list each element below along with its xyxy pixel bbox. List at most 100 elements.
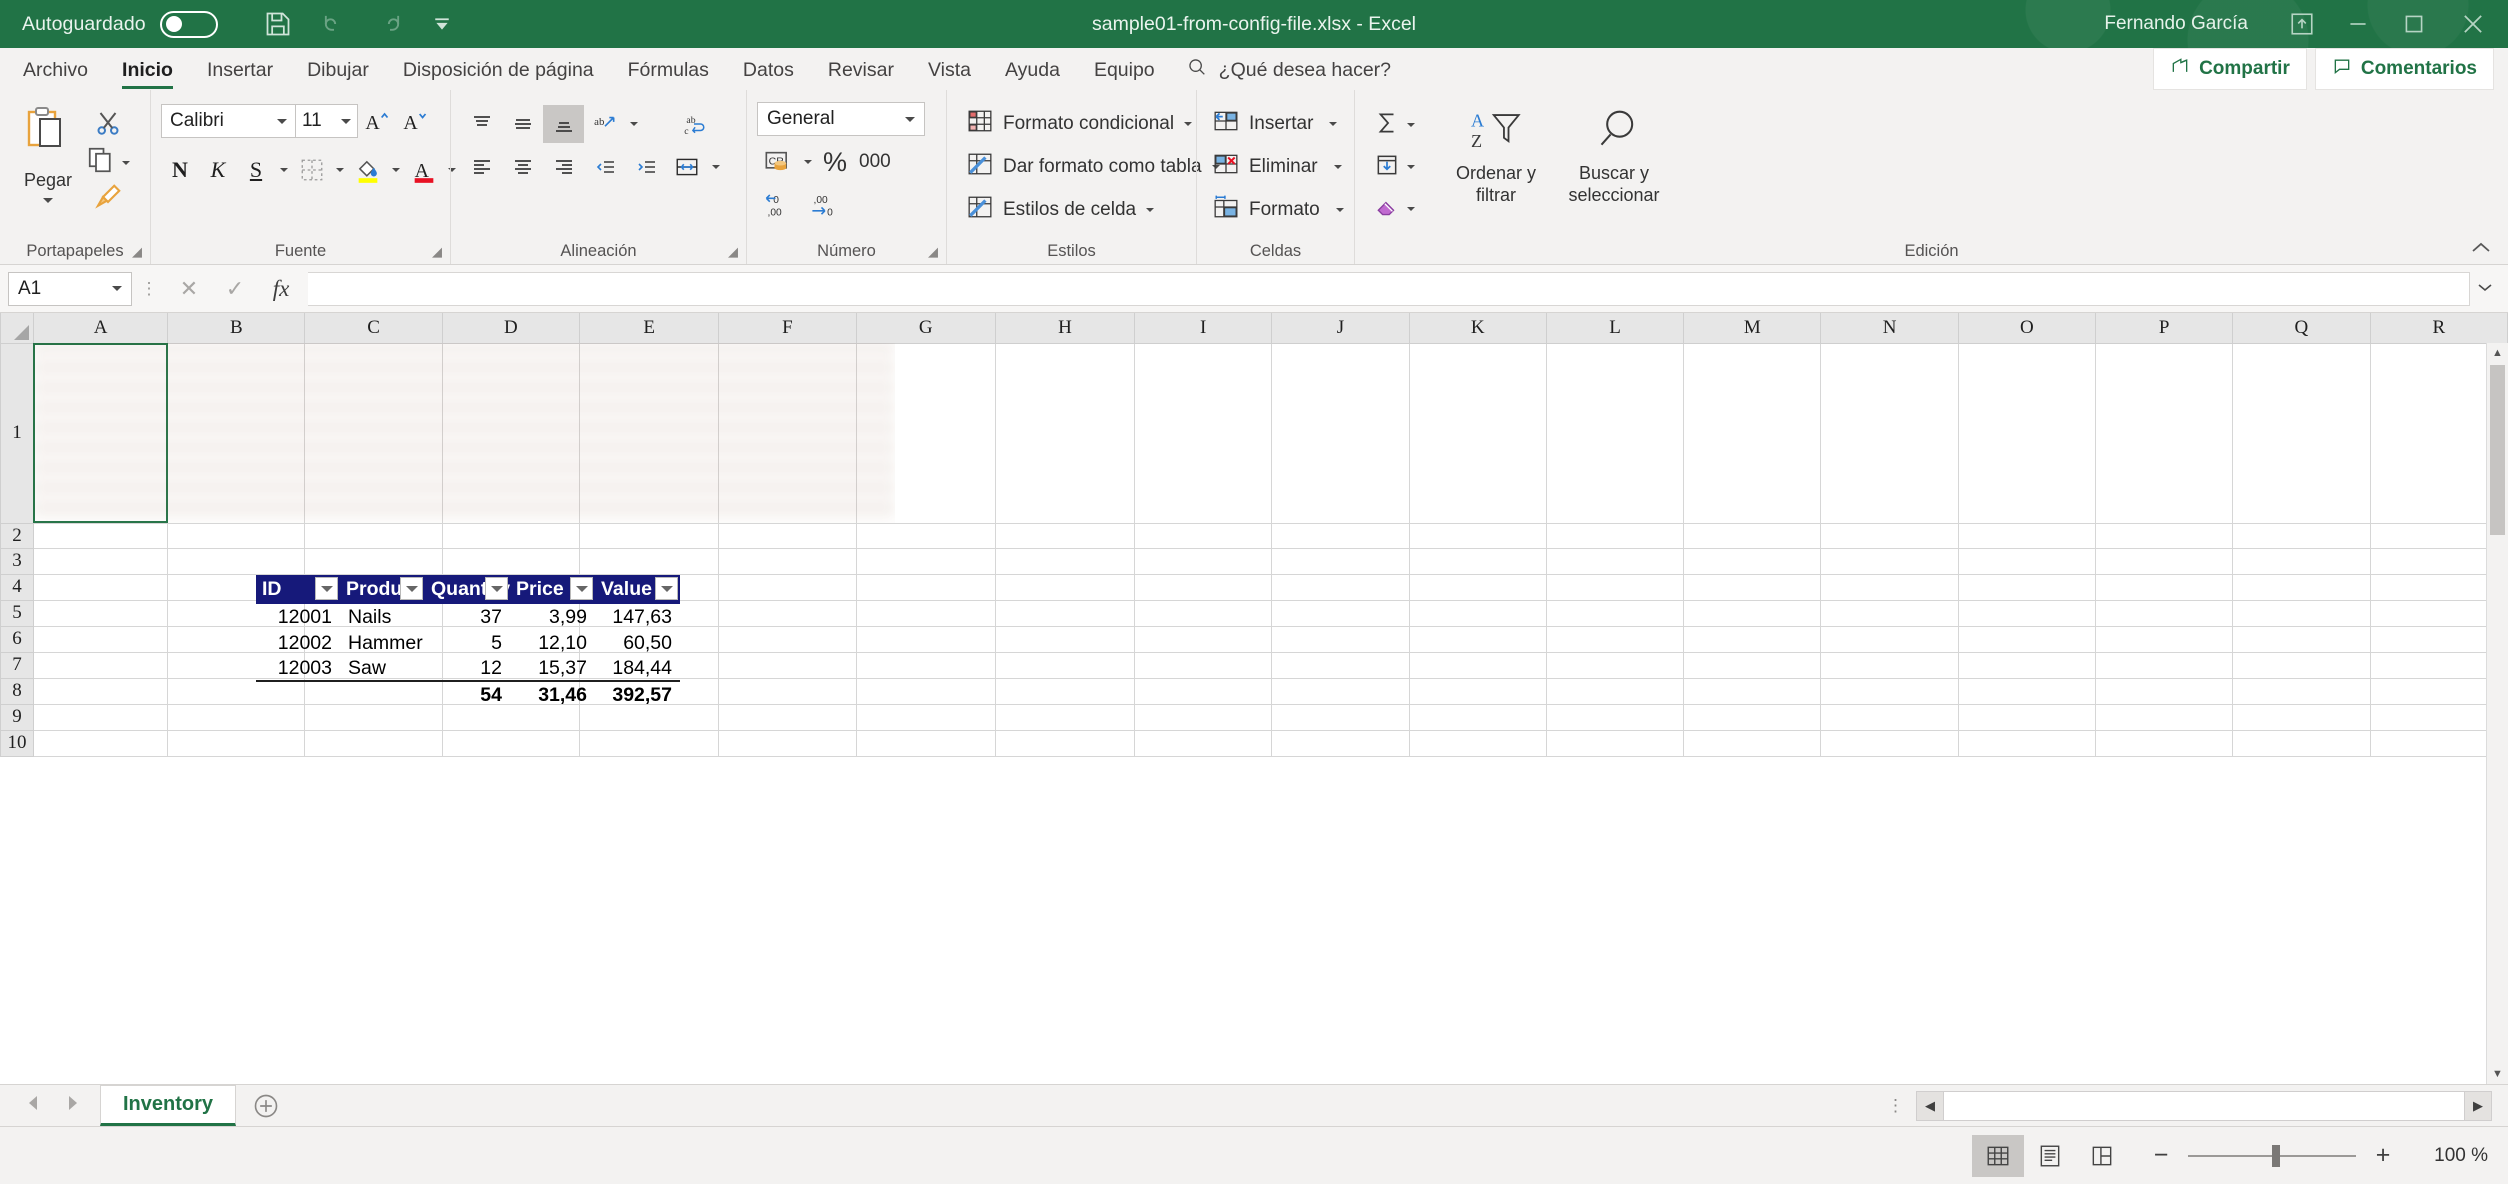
column-header-r[interactable]: R xyxy=(2369,313,2508,344)
row-header-8[interactable]: 8 xyxy=(0,677,34,705)
close-icon[interactable] xyxy=(2442,0,2504,48)
cell-n10[interactable] xyxy=(1820,730,1959,757)
cell-o7[interactable] xyxy=(1958,652,2097,679)
maximize-icon[interactable] xyxy=(2386,0,2442,48)
number-format-select[interactable]: General xyxy=(757,102,925,136)
format-cells-caret[interactable] xyxy=(1335,207,1344,212)
cell-a3[interactable] xyxy=(33,548,169,575)
cell-j1[interactable] xyxy=(1271,343,1410,524)
tab-inicio[interactable]: Inicio xyxy=(105,50,190,90)
cell-i7[interactable] xyxy=(1134,652,1273,679)
cell-a4[interactable] xyxy=(33,574,169,601)
sheet-tab-inventory[interactable]: Inventory xyxy=(100,1085,237,1126)
cell-f6[interactable] xyxy=(718,626,857,653)
cell-q7[interactable] xyxy=(2232,652,2371,679)
cell-a7[interactable] xyxy=(33,652,169,679)
cell-f4[interactable] xyxy=(718,574,857,601)
row-header-3[interactable]: 3 xyxy=(0,547,34,575)
column-header-d[interactable]: D xyxy=(441,313,581,344)
cell-h2[interactable] xyxy=(995,523,1136,549)
row-header-2[interactable]: 2 xyxy=(0,522,34,549)
cell-q2[interactable] xyxy=(2232,523,2371,549)
cell-a5[interactable] xyxy=(33,600,169,627)
zoom-in-button[interactable]: + xyxy=(2372,1141,2394,1170)
vertical-scrollbar[interactable]: ▲ ▼ xyxy=(2486,343,2508,1084)
cell-k7[interactable] xyxy=(1409,652,1547,679)
cell-g6[interactable] xyxy=(856,626,996,653)
cell-o6[interactable] xyxy=(1958,626,2097,653)
cell-m1[interactable] xyxy=(1683,343,1822,524)
cell-i3[interactable] xyxy=(1134,548,1273,575)
cell-j7[interactable] xyxy=(1271,652,1410,679)
tab-formulas[interactable]: Fórmulas xyxy=(611,50,726,90)
cell-d3[interactable] xyxy=(442,548,581,575)
save-icon[interactable] xyxy=(250,2,306,46)
cell-j5[interactable] xyxy=(1271,600,1410,627)
insert-cells-caret[interactable] xyxy=(1329,121,1338,126)
autosave-toggle[interactable] xyxy=(159,10,218,38)
cell-k9[interactable] xyxy=(1409,704,1547,731)
cell-i9[interactable] xyxy=(1134,704,1273,731)
column-header-c[interactable]: C xyxy=(304,313,443,344)
autosum-caret[interactable] xyxy=(1407,123,1415,127)
ribbon-display-options-icon[interactable] xyxy=(2274,0,2330,48)
conditional-formatting-button[interactable]: Formato condicional xyxy=(963,102,1196,145)
cell-g8[interactable] xyxy=(856,678,996,705)
number-format-caret[interactable] xyxy=(905,116,915,122)
font-name-caret[interactable] xyxy=(277,118,287,124)
cell-k2[interactable] xyxy=(1409,523,1547,549)
cell-l5[interactable] xyxy=(1546,600,1685,627)
italic-button[interactable]: K xyxy=(199,151,237,189)
percent-style-button[interactable]: % xyxy=(817,143,853,181)
cell-f1[interactable] xyxy=(718,343,857,524)
filter-dropdown-quantity[interactable] xyxy=(485,577,508,600)
column-header-f[interactable]: F xyxy=(718,313,857,344)
table-row[interactable]: 12003 Saw 12 15,37 184,44 xyxy=(256,656,680,682)
cell-n1[interactable] xyxy=(1820,343,1959,524)
format-as-table-button[interactable]: Dar formato como tabla xyxy=(963,145,1224,188)
cell-g2[interactable] xyxy=(856,523,996,549)
fill-color-caret[interactable] xyxy=(392,168,400,172)
column-header-k[interactable]: K xyxy=(1408,313,1547,344)
cell-i5[interactable] xyxy=(1134,600,1273,627)
borders-caret[interactable] xyxy=(336,168,344,172)
increase-font-size-button[interactable]: A xyxy=(358,104,396,138)
filter-dropdown-id[interactable] xyxy=(315,577,338,600)
tab-archivo[interactable]: Archivo xyxy=(6,50,105,90)
cell-e2[interactable] xyxy=(579,523,720,549)
zoom-control[interactable]: − + 100 % xyxy=(2150,1141,2488,1170)
cell-g4[interactable] xyxy=(856,574,996,601)
cell-c1[interactable] xyxy=(304,343,443,524)
column-header-b[interactable]: B xyxy=(167,313,306,344)
wrap-text-button[interactable]: ab c xyxy=(673,105,714,143)
cell-p3[interactable] xyxy=(2095,548,2234,575)
align-right-button[interactable] xyxy=(543,148,584,186)
cell-p6[interactable] xyxy=(2095,626,2234,653)
share-button[interactable]: Compartir xyxy=(2153,48,2307,90)
table-header-quantity[interactable]: Quantity xyxy=(425,575,510,604)
font-size-input[interactable]: 11 xyxy=(296,104,358,138)
name-box[interactable]: A1 xyxy=(8,271,132,306)
cell-a10[interactable] xyxy=(33,730,169,757)
cell-p9[interactable] xyxy=(2095,704,2234,731)
cell-g1[interactable] xyxy=(856,343,996,524)
filter-dropdown-product[interactable] xyxy=(400,577,423,600)
cell-k5[interactable] xyxy=(1409,600,1547,627)
conditional-formatting-caret[interactable] xyxy=(1184,121,1193,126)
cell-g7[interactable] xyxy=(856,652,996,679)
paste-dropdown-caret[interactable] xyxy=(43,198,53,203)
column-header-g[interactable]: G xyxy=(855,313,996,344)
scroll-down-arrow[interactable]: ▼ xyxy=(2487,1064,2508,1084)
horizontal-scrollbar[interactable]: ◀ ▶ xyxy=(1916,1090,2492,1121)
scroll-right-arrow[interactable]: ▶ xyxy=(2464,1090,2492,1121)
format-painter-button[interactable] xyxy=(93,182,123,217)
cell-l3[interactable] xyxy=(1546,548,1685,575)
tab-datos[interactable]: Datos xyxy=(726,50,811,90)
cell-m5[interactable] xyxy=(1683,600,1822,627)
cell-j3[interactable] xyxy=(1271,548,1410,575)
cell-l9[interactable] xyxy=(1546,704,1685,731)
cell-n3[interactable] xyxy=(1820,548,1959,575)
decrease-decimal-button[interactable]: ,00 0 xyxy=(803,185,849,223)
decrease-indent-button[interactable] xyxy=(584,148,625,186)
cell-h3[interactable] xyxy=(995,548,1136,575)
